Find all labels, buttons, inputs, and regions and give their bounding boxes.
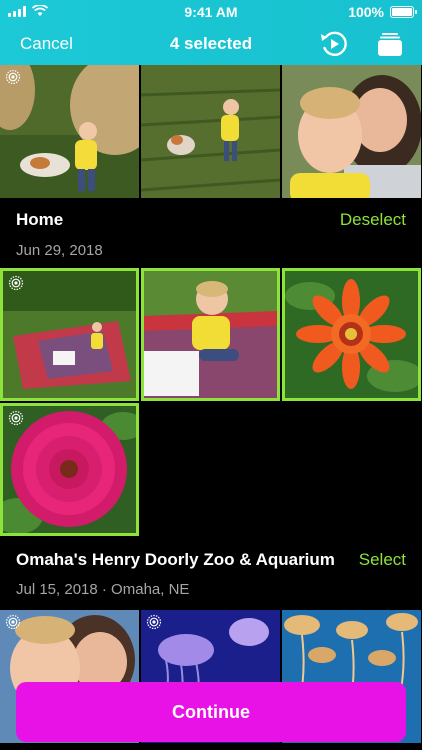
deselect-button[interactable]: Deselect: [340, 210, 406, 230]
status-bar: 9:41 AM 100%: [0, 0, 422, 24]
play-cycle-icon[interactable]: [318, 28, 350, 60]
photo-tile-selected[interactable]: [0, 268, 139, 401]
photo-thumbnail: [282, 65, 421, 198]
live-photo-icon: [5, 614, 21, 630]
section-header-zoo: Omaha's Henry Doorly Zoo & Aquarium Jul …: [0, 536, 422, 610]
photo-tile[interactable]: [141, 65, 280, 198]
continue-button[interactable]: Continue: [16, 682, 406, 742]
photo-thumbnail: [141, 65, 280, 198]
select-button[interactable]: Select: [359, 550, 406, 570]
battery-percent: 100%: [348, 4, 384, 20]
photo-tile-selected[interactable]: [282, 268, 421, 401]
photo-row: [0, 403, 422, 536]
photo-row: [0, 268, 422, 401]
section-date: Jun 29, 2018: [16, 242, 103, 259]
live-photo-icon: [5, 69, 21, 85]
photo-thumbnail: [285, 271, 418, 398]
photo-tile[interactable]: [0, 65, 139, 198]
live-photo-icon: [146, 614, 162, 630]
section-header-home: Home Jun 29, 2018 Deselect: [0, 198, 422, 268]
selection-count-title: 4 selected: [169, 34, 253, 53]
photo-thumbnail: [144, 271, 277, 398]
header-bar: 9:41 AM 100% Cancel 4 selected: [0, 0, 422, 65]
photo-tile-selected[interactable]: [0, 403, 139, 536]
section-title: Omaha's Henry Doorly Zoo & Aquarium: [16, 550, 335, 569]
status-right: 100%: [348, 4, 417, 20]
photo-row: [0, 65, 422, 198]
photo-tile-selected[interactable]: [141, 268, 280, 401]
section-date: Jul 15, 2018 · Omaha, NE: [16, 581, 190, 598]
battery-icon: [390, 6, 417, 18]
photo-tile[interactable]: [282, 65, 421, 198]
album-stack-icon[interactable]: [376, 30, 404, 58]
live-photo-icon: [8, 410, 24, 426]
photo-list: Home Jun 29, 2018 Deselect Omaha's Henry…: [0, 65, 422, 743]
live-photo-icon: [8, 275, 24, 291]
section-title: Home: [16, 210, 64, 229]
nav-bar: Cancel 4 selected: [0, 24, 422, 65]
